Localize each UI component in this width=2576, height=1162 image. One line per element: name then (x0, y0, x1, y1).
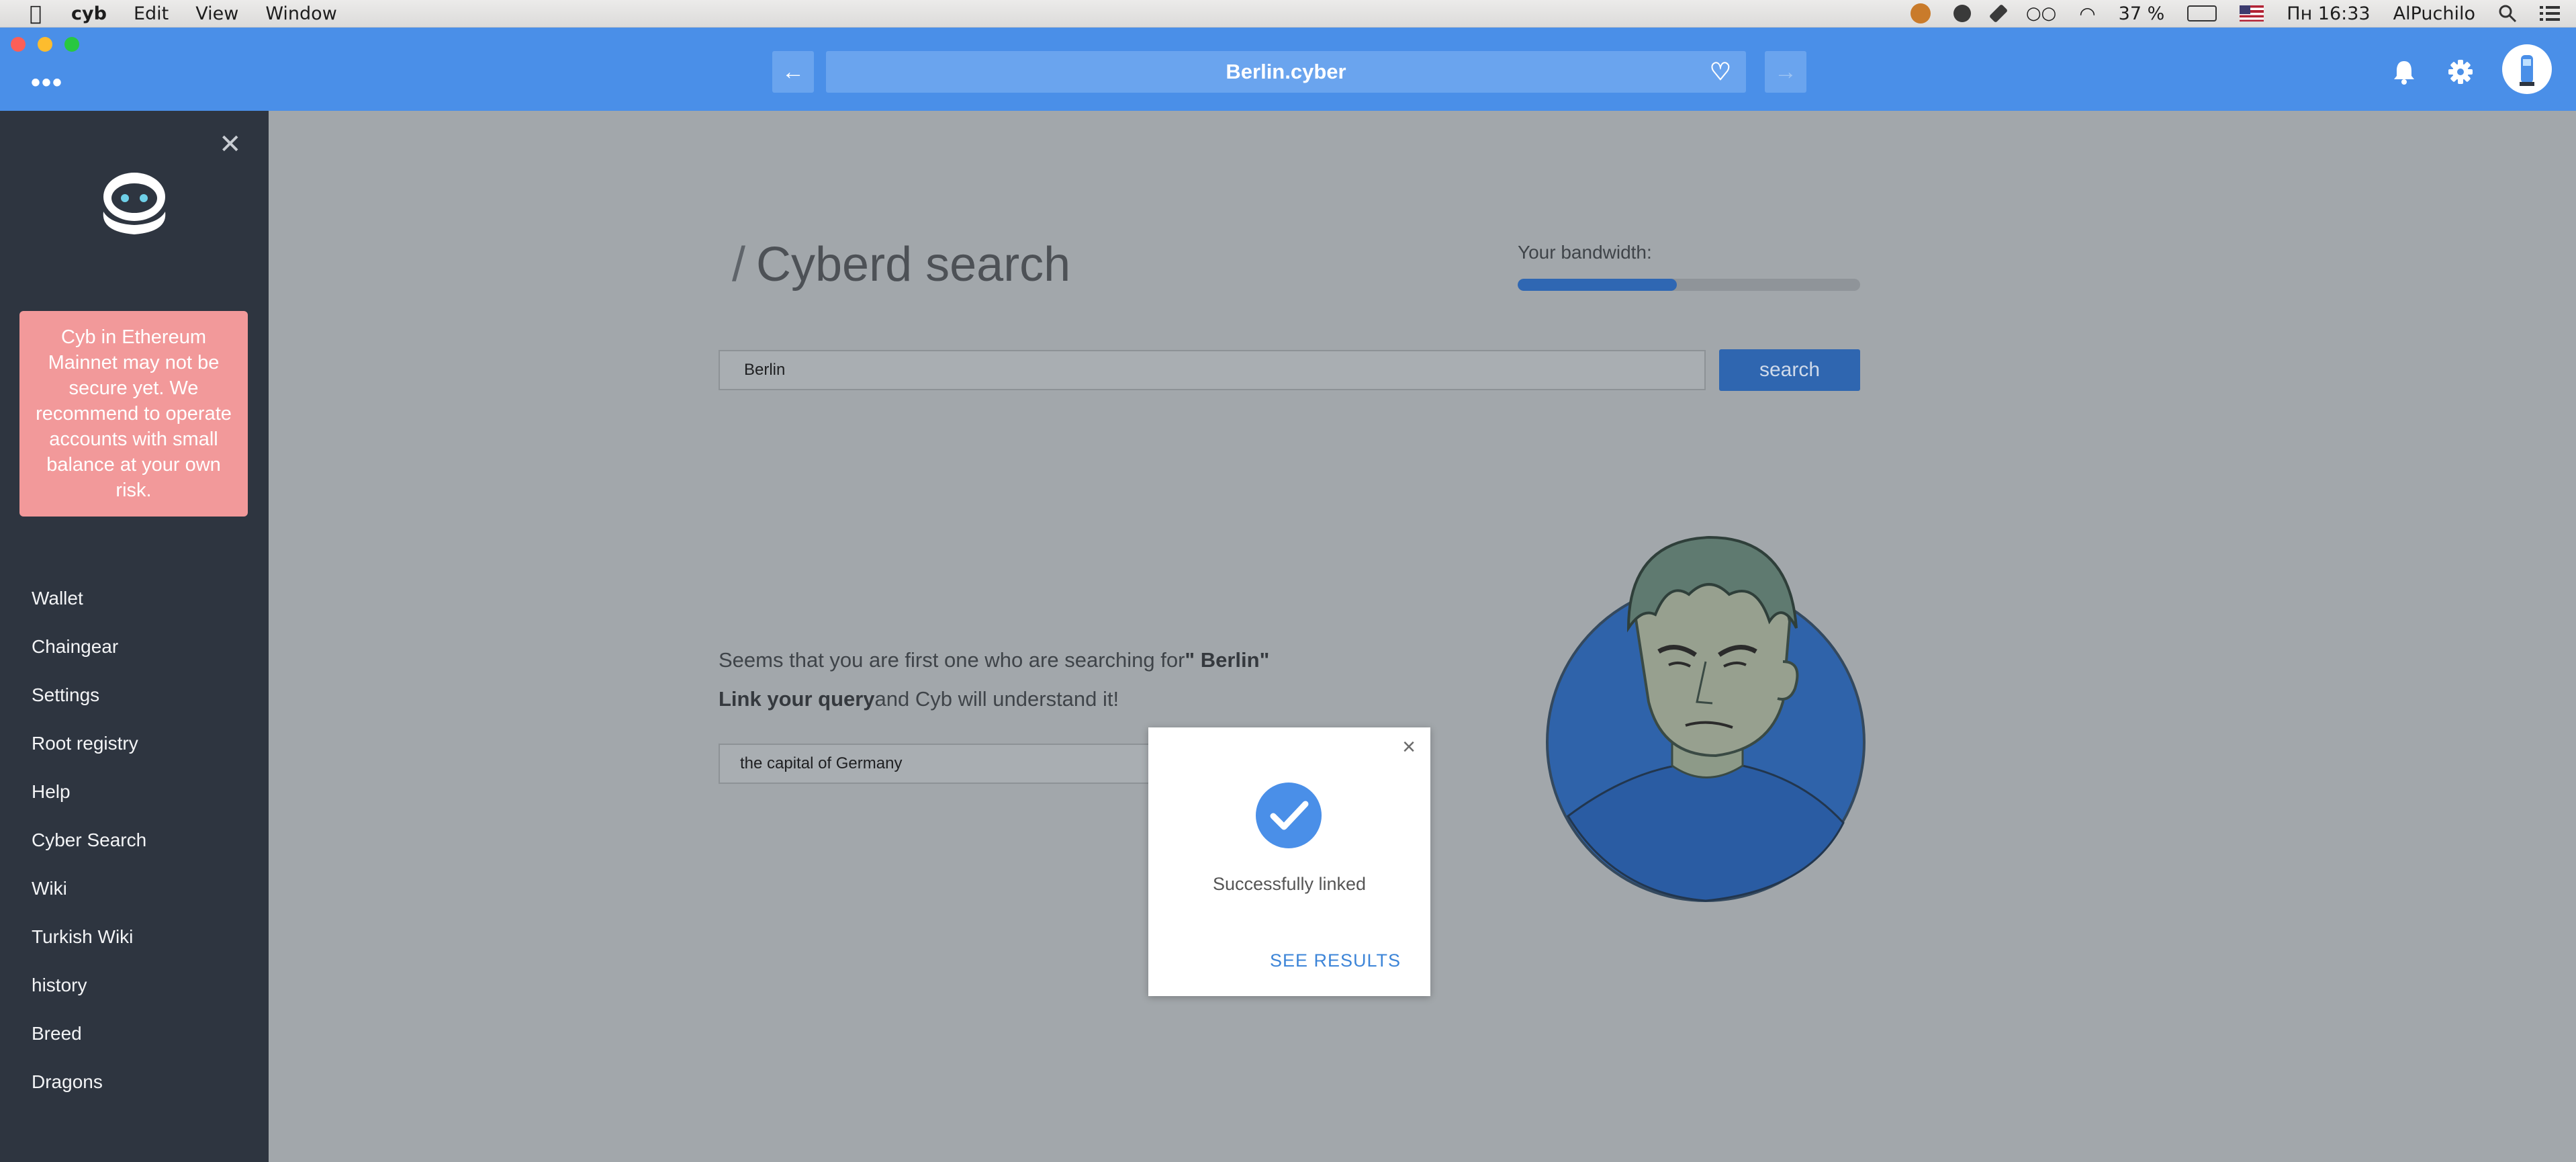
first-search-text: Seems that you are first one who are sea… (719, 648, 1185, 672)
minimize-window-button[interactable] (38, 37, 52, 52)
sidebar-item-wallet[interactable]: Wallet (32, 574, 146, 623)
user-name[interactable]: AlPuchilo (2393, 3, 2475, 24)
close-icon[interactable]: ✕ (219, 131, 242, 158)
forward-button[interactable]: → (1765, 51, 1806, 93)
security-warning: Cyb in Ethereum Mainnet may not be secur… (19, 311, 248, 517)
battery-icon[interactable] (2187, 5, 2217, 21)
bandwidth-label: Your bandwidth: (1518, 242, 1652, 263)
character-illustration (1546, 535, 1866, 902)
battery-percent[interactable]: 37 % (2119, 3, 2165, 24)
sidebar-nav: Wallet Chaingear Settings Root registry … (32, 574, 146, 1106)
bandwidth-fill (1518, 279, 1677, 291)
page-title-text: Cyberd search (756, 238, 1071, 292)
dialog-close-icon[interactable]: × (1402, 735, 1416, 758)
title-slash: / (732, 238, 746, 292)
avatar[interactable] (2502, 44, 2552, 94)
address-bar[interactable]: Berlin.cyber ♡ (826, 51, 1746, 93)
app-header: ••• ← Berlin.cyber ♡ → (0, 28, 2576, 111)
apple-icon[interactable]:  (27, 2, 44, 26)
close-window-button[interactable] (11, 37, 26, 52)
telegram-icon[interactable] (1953, 5, 1971, 22)
back-arrow-icon: ← (782, 58, 804, 85)
sidebar-item-dragons[interactable]: Dragons (32, 1058, 146, 1106)
sidebar-item-history[interactable]: history (32, 961, 146, 1010)
menu-edit[interactable]: Edit (134, 3, 169, 24)
address-text: Berlin.cyber (1226, 60, 1346, 83)
cat-icon[interactable] (1910, 3, 1931, 24)
more-menu-icon[interactable]: ••• (31, 69, 63, 96)
sidebar: ✕ Cyb in Ethereum Mainnet may not be sec… (0, 111, 269, 1162)
back-button[interactable]: ← (772, 51, 814, 93)
sidebar-item-wiki[interactable]: Wiki (32, 864, 146, 913)
sidebar-item-root-registry[interactable]: Root registry (32, 719, 146, 768)
sidebar-item-cyber-search[interactable]: Cyber Search (32, 816, 146, 864)
search-input[interactable] (719, 350, 1706, 390)
sidebar-item-help[interactable]: Help (32, 768, 146, 816)
cyb-logo (103, 173, 166, 234)
bell-icon[interactable] (2388, 57, 2420, 87)
sidebar-item-chaingear[interactable]: Chaingear (32, 623, 146, 671)
notification-center-icon[interactable] (2540, 5, 2560, 22)
menu-window[interactable]: Window (265, 3, 336, 24)
wifi-icon[interactable]: ◠ (2079, 3, 2095, 25)
glasses-icon[interactable]: ○○ (2026, 3, 2056, 24)
query-term: " Berlin" (1185, 648, 1270, 672)
dialog-message: Successfully linked (1212, 874, 1367, 894)
check-circle-icon (1256, 783, 1322, 848)
menu-bar:  cyb Edit View Window ○○ ◠ 37 % Пн 16:3… (0, 0, 2576, 28)
main-content: /Cyberd search Your bandwidth: search Se… (269, 111, 2576, 1162)
app-menu[interactable]: cyb (71, 3, 107, 24)
forward-arrow-icon: → (1774, 58, 1797, 85)
sidebar-item-breed[interactable]: Breed (32, 1010, 146, 1058)
bandwidth-bar (1518, 279, 1860, 291)
spotlight-icon[interactable] (2498, 4, 2517, 23)
zoom-window-button[interactable] (64, 37, 79, 52)
clock[interactable]: Пн 16:33 (2287, 3, 2370, 24)
heart-icon[interactable]: ♡ (1710, 59, 1731, 85)
flag-icon[interactable] (2240, 5, 2264, 21)
sidebar-item-turkish-wiki[interactable]: Turkish Wiki (32, 913, 146, 961)
feather-icon[interactable] (1988, 3, 2008, 24)
link-prompt: Link your queryand Cyb will understand i… (719, 687, 1119, 711)
success-dialog: × Successfully linked SEE RESULTS (1148, 727, 1430, 996)
link-prompt-text: and Cyb will understand it! (874, 687, 1119, 711)
search-button[interactable]: search (1719, 349, 1860, 391)
menu-view[interactable]: View (195, 3, 238, 24)
sidebar-item-settings[interactable]: Settings (32, 671, 146, 719)
gear-icon[interactable] (2444, 57, 2477, 87)
first-search-message: Seems that you are first one who are sea… (719, 648, 1269, 672)
see-results-link[interactable]: SEE RESULTS (1270, 950, 1401, 971)
page-title: / Cyberd search (732, 237, 1070, 292)
link-prompt-bold: Link your query (719, 687, 875, 711)
